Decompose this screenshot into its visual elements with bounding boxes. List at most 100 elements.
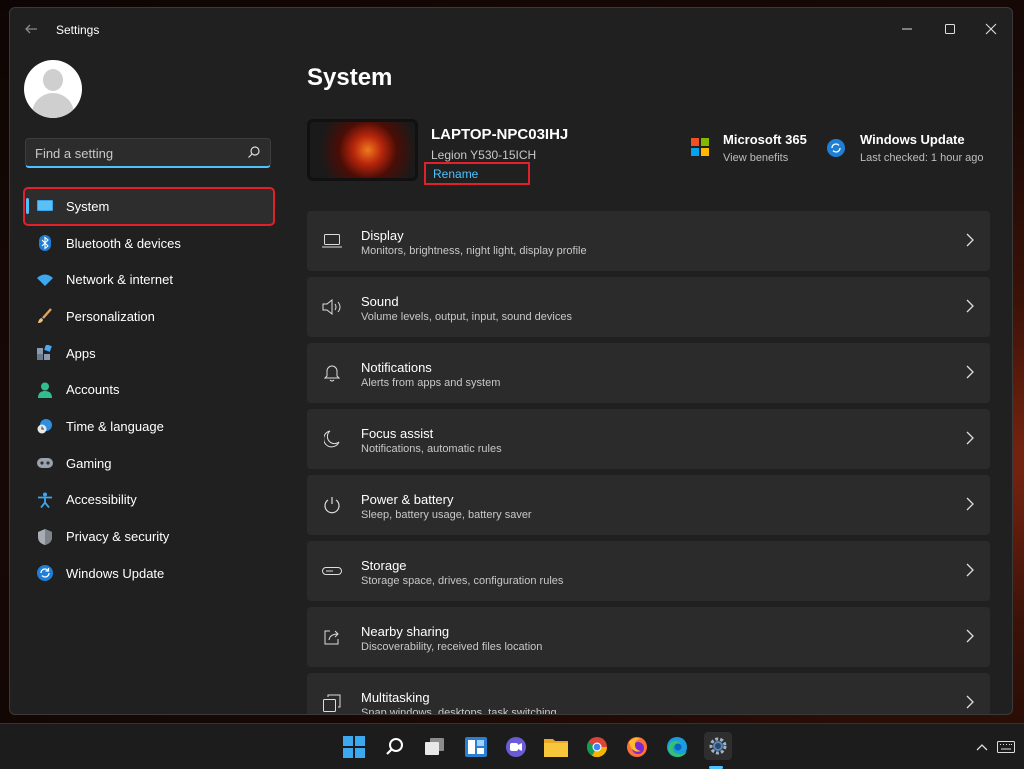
card-subtitle: Monitors, brightness, night light, displ…	[361, 245, 587, 257]
card-power-battery[interactable]: Power & battery Sleep, battery usage, ba…	[307, 475, 990, 535]
search-box[interactable]	[25, 138, 271, 168]
card-notifications[interactable]: Notifications Alerts from apps and syste…	[307, 343, 990, 403]
chevron-right-icon	[966, 365, 974, 379]
device-model: Legion Y530-15ICH	[431, 148, 537, 162]
chevron-right-icon	[966, 497, 974, 511]
settings-cards: Display Monitors, brightness, night ligh…	[307, 211, 990, 715]
sidebar-item-bluetooth-devices[interactable]: Bluetooth & devices	[24, 225, 274, 262]
chevron-right-icon	[966, 233, 974, 247]
search-icon[interactable]	[247, 145, 261, 159]
maximize-button[interactable]	[927, 14, 973, 44]
person-icon	[37, 382, 53, 398]
start-icon[interactable]	[341, 734, 367, 760]
sidebar-item-network-internet[interactable]: Network & internet	[24, 261, 274, 298]
sidebar-item-accounts[interactable]: Accounts	[24, 371, 274, 408]
card-subtitle: Discoverability, received files location	[361, 641, 543, 653]
card-title: Multitasking	[361, 690, 430, 705]
promo-title: Windows Update	[860, 132, 965, 147]
close-button[interactable]	[968, 14, 1012, 44]
sidebar-item-gaming[interactable]: Gaming	[24, 445, 274, 482]
sidebar-item-label: Windows Update	[66, 565, 165, 581]
card-subtitle: Notifications, automatic rules	[361, 443, 502, 455]
sidebar-item-label: Apps	[66, 345, 96, 361]
chat-icon[interactable]	[503, 734, 529, 760]
minimize-button[interactable]	[884, 14, 930, 44]
power-icon	[322, 496, 342, 514]
card-title: Focus assist	[361, 426, 434, 441]
promo-subtitle: View benefits	[723, 152, 789, 164]
task-view-icon[interactable]	[422, 734, 448, 760]
taskbar	[0, 723, 1024, 769]
sidebar-item-apps[interactable]: Apps	[24, 335, 274, 372]
keyboard-icon[interactable]	[996, 734, 1016, 760]
card-subtitle: Snap windows, desktops, task switching	[361, 707, 557, 715]
promo-title: Microsoft 365	[723, 132, 807, 147]
firefox-icon[interactable]	[624, 734, 650, 760]
back-arrow-icon[interactable]	[24, 22, 40, 38]
sidebar-item-label: Network & internet	[66, 272, 173, 288]
globe-clock-icon	[37, 418, 53, 434]
sidebar-item-label: Time & language	[66, 418, 164, 434]
windows-update-promo[interactable]: Windows Update Last checked: 1 hour ago	[827, 132, 984, 164]
card-title: Storage	[361, 558, 407, 573]
avatar-body	[32, 93, 74, 118]
search-input[interactable]	[35, 144, 235, 162]
moon-icon	[322, 430, 342, 448]
system-display-icon	[37, 198, 53, 214]
speaker-icon	[322, 298, 342, 316]
sidebar-item-label: Gaming	[66, 455, 112, 471]
card-display[interactable]: Display Monitors, brightness, night ligh…	[307, 211, 990, 271]
card-subtitle: Storage space, drives, configuration rul…	[361, 575, 564, 587]
edge-icon[interactable]	[664, 734, 690, 760]
title-bar: Settings	[10, 8, 1012, 52]
sidebar-item-windows-update[interactable]: Windows Update	[24, 555, 274, 592]
accessibility-icon	[37, 492, 53, 508]
card-multitasking[interactable]: Multitasking Snap windows, desktops, tas…	[307, 673, 990, 715]
device-name: LAPTOP-NPC03IHJ	[431, 126, 569, 143]
file-explorer-icon[interactable]	[543, 734, 569, 760]
display-icon	[322, 232, 342, 250]
sidebar-item-accessibility[interactable]: Accessibility	[24, 482, 274, 519]
gamepad-icon	[37, 455, 53, 471]
chevron-right-icon	[966, 695, 974, 709]
wifi-icon	[37, 272, 53, 288]
card-sound[interactable]: Sound Volume levels, output, input, soun…	[307, 277, 990, 337]
sidebar-item-label: Accessibility	[66, 492, 137, 508]
chevron-right-icon	[966, 629, 974, 643]
card-title: Notifications	[361, 360, 432, 375]
sidebar-item-label: System	[66, 198, 110, 214]
share-icon	[322, 628, 342, 646]
sidebar-item-label: Accounts	[66, 382, 120, 398]
settings-window: Settings System Bluetooth & devices	[9, 7, 1013, 715]
card-title: Power & battery	[361, 492, 454, 507]
page-title: System	[307, 64, 393, 91]
chrome-icon[interactable]	[584, 734, 610, 760]
sidebar-item-privacy-security[interactable]: Privacy & security	[24, 518, 274, 555]
microsoft-365-promo[interactable]: Microsoft 365 View benefits	[691, 132, 807, 164]
brush-icon	[37, 308, 53, 324]
sidebar-item-label: Privacy & security	[66, 529, 170, 545]
avatar-head	[43, 69, 63, 91]
bluetooth-icon	[37, 235, 53, 252]
bell-icon	[322, 364, 342, 382]
card-focus-assist[interactable]: Focus assist Notifications, automatic ru…	[307, 409, 990, 469]
card-subtitle: Volume levels, output, input, sound devi…	[361, 311, 572, 323]
card-title: Display	[361, 228, 404, 243]
chevron-up-icon[interactable]	[973, 734, 991, 760]
sidebar-item-time-language[interactable]: Time & language	[24, 408, 274, 445]
search-icon[interactable]	[382, 734, 408, 760]
card-title: Nearby sharing	[361, 624, 450, 639]
chevron-right-icon	[966, 299, 974, 313]
user-avatar[interactable]	[24, 60, 82, 118]
promo-subtitle: Last checked: 1 hour ago	[860, 152, 984, 164]
card-storage[interactable]: Storage Storage space, drives, configura…	[307, 541, 990, 601]
widgets-icon[interactable]	[463, 734, 489, 760]
rename-link[interactable]: Rename	[424, 162, 530, 185]
sidebar-item-system[interactable]: System	[23, 187, 275, 226]
settings-icon[interactable]	[704, 732, 732, 760]
multitasking-icon	[322, 694, 342, 712]
card-nearby-sharing[interactable]: Nearby sharing Discoverability, received…	[307, 607, 990, 667]
card-title: Sound	[361, 294, 399, 309]
sidebar-item-personalization[interactable]: Personalization	[24, 298, 274, 335]
sync-icon	[37, 565, 53, 582]
